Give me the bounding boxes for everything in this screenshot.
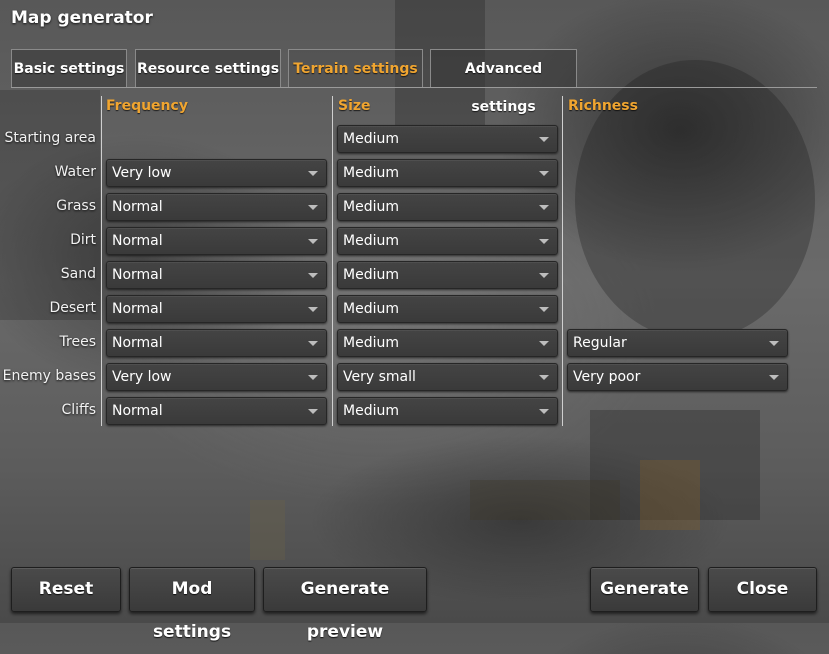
grass-size-dropdown[interactable]: Medium [337,193,558,221]
chevron-down-icon [539,171,549,176]
row-label-cliffs: Cliffs [61,402,97,418]
cliffs-frequency-dropdown[interactable]: Normal [106,397,327,425]
dropdown-value: Medium [343,233,399,249]
reset-button[interactable]: Reset [11,567,121,612]
chevron-down-icon [539,239,549,244]
window-title: Map generator [11,8,153,28]
cliffs-size-dropdown[interactable]: Medium [337,397,558,425]
column-divider [332,96,333,426]
desert-frequency-dropdown[interactable]: Normal [106,295,327,323]
dropdown-value: Medium [343,403,399,419]
enemy-bases-frequency-dropdown[interactable]: Very low [106,363,327,391]
dropdown-value: Normal [112,403,163,419]
desert-size-dropdown[interactable]: Medium [337,295,558,323]
dropdown-value: Very poor [573,369,641,385]
chevron-down-icon [769,375,779,380]
dropdown-value: Medium [343,199,399,215]
chevron-down-icon [539,409,549,414]
enemy-bases-size-dropdown[interactable]: Very small [337,363,558,391]
dirt-size-dropdown[interactable]: Medium [337,227,558,255]
column-divider [562,96,563,426]
trees-size-dropdown[interactable]: Medium [337,329,558,357]
chevron-down-icon [539,307,549,312]
generate-preview-button[interactable]: Generate preview [263,567,427,642]
chevron-down-icon [308,205,318,210]
chevron-down-icon [308,171,318,176]
row-label-enemy-bases: Enemy bases [2,368,96,384]
chevron-down-icon [308,409,318,414]
sand-size-dropdown[interactable]: Medium [337,261,558,289]
dropdown-value: Normal [112,199,163,215]
generate-button[interactable]: Generate [590,567,699,612]
dropdown-value: Very small [343,369,416,385]
tab-basic-settings[interactable]: Basic settings [11,49,127,87]
dropdown-value: Very low [112,369,172,385]
chevron-down-icon [308,273,318,278]
water-frequency-dropdown[interactable]: Very low [106,159,327,187]
dropdown-value: Normal [112,233,163,249]
row-label-sand: Sand [60,266,96,282]
dropdown-value: Normal [112,335,163,351]
grass-frequency-dropdown[interactable]: Normal [106,193,327,221]
row-label-water: Water [54,164,96,180]
chevron-down-icon [539,273,549,278]
mod-settings-button[interactable]: Mod settings [129,567,255,642]
tab-advanced-settings[interactable]: Advanced settings [430,49,577,115]
chevron-down-icon [539,375,549,380]
dropdown-value: Medium [343,131,399,147]
water-size-dropdown[interactable]: Medium [337,159,558,187]
dropdown-value: Very low [112,165,172,181]
close-button[interactable]: Close [708,567,817,612]
row-label-dirt: Dirt [70,232,96,248]
chevron-down-icon [769,341,779,346]
trees-frequency-dropdown[interactable]: Normal [106,329,327,357]
dropdown-value: Normal [112,267,163,283]
dropdown-value: Medium [343,267,399,283]
tab-resource-settings[interactable]: Resource settings [135,49,281,87]
sand-frequency-dropdown[interactable]: Normal [106,261,327,289]
row-label-desert: Desert [49,300,96,316]
dropdown-value: Regular [573,335,627,351]
chevron-down-icon [539,205,549,210]
row-label-trees: Trees [59,334,96,350]
enemy-bases-richness-dropdown[interactable]: Very poor [567,363,788,391]
chevron-down-icon [308,375,318,380]
chevron-down-icon [308,239,318,244]
column-header-frequency: Frequency [106,98,188,114]
dirt-frequency-dropdown[interactable]: Normal [106,227,327,255]
column-header-richness: Richness [568,98,638,114]
chevron-down-icon [539,341,549,346]
chevron-down-icon [539,137,549,142]
tab-terrain-settings[interactable]: Terrain settings [288,49,423,87]
dropdown-value: Medium [343,301,399,317]
trees-richness-dropdown[interactable]: Regular [567,329,788,357]
chevron-down-icon [308,341,318,346]
dropdown-value: Medium [343,335,399,351]
column-header-size: Size [338,98,371,114]
row-label-starting-area: Starting area [4,130,96,146]
chevron-down-icon [308,307,318,312]
row-label-grass: Grass [56,198,96,214]
dropdown-value: Normal [112,301,163,317]
starting-area-size-dropdown[interactable]: Medium [337,125,558,153]
tab-divider [11,87,817,88]
dropdown-value: Medium [343,165,399,181]
column-divider [101,96,102,426]
